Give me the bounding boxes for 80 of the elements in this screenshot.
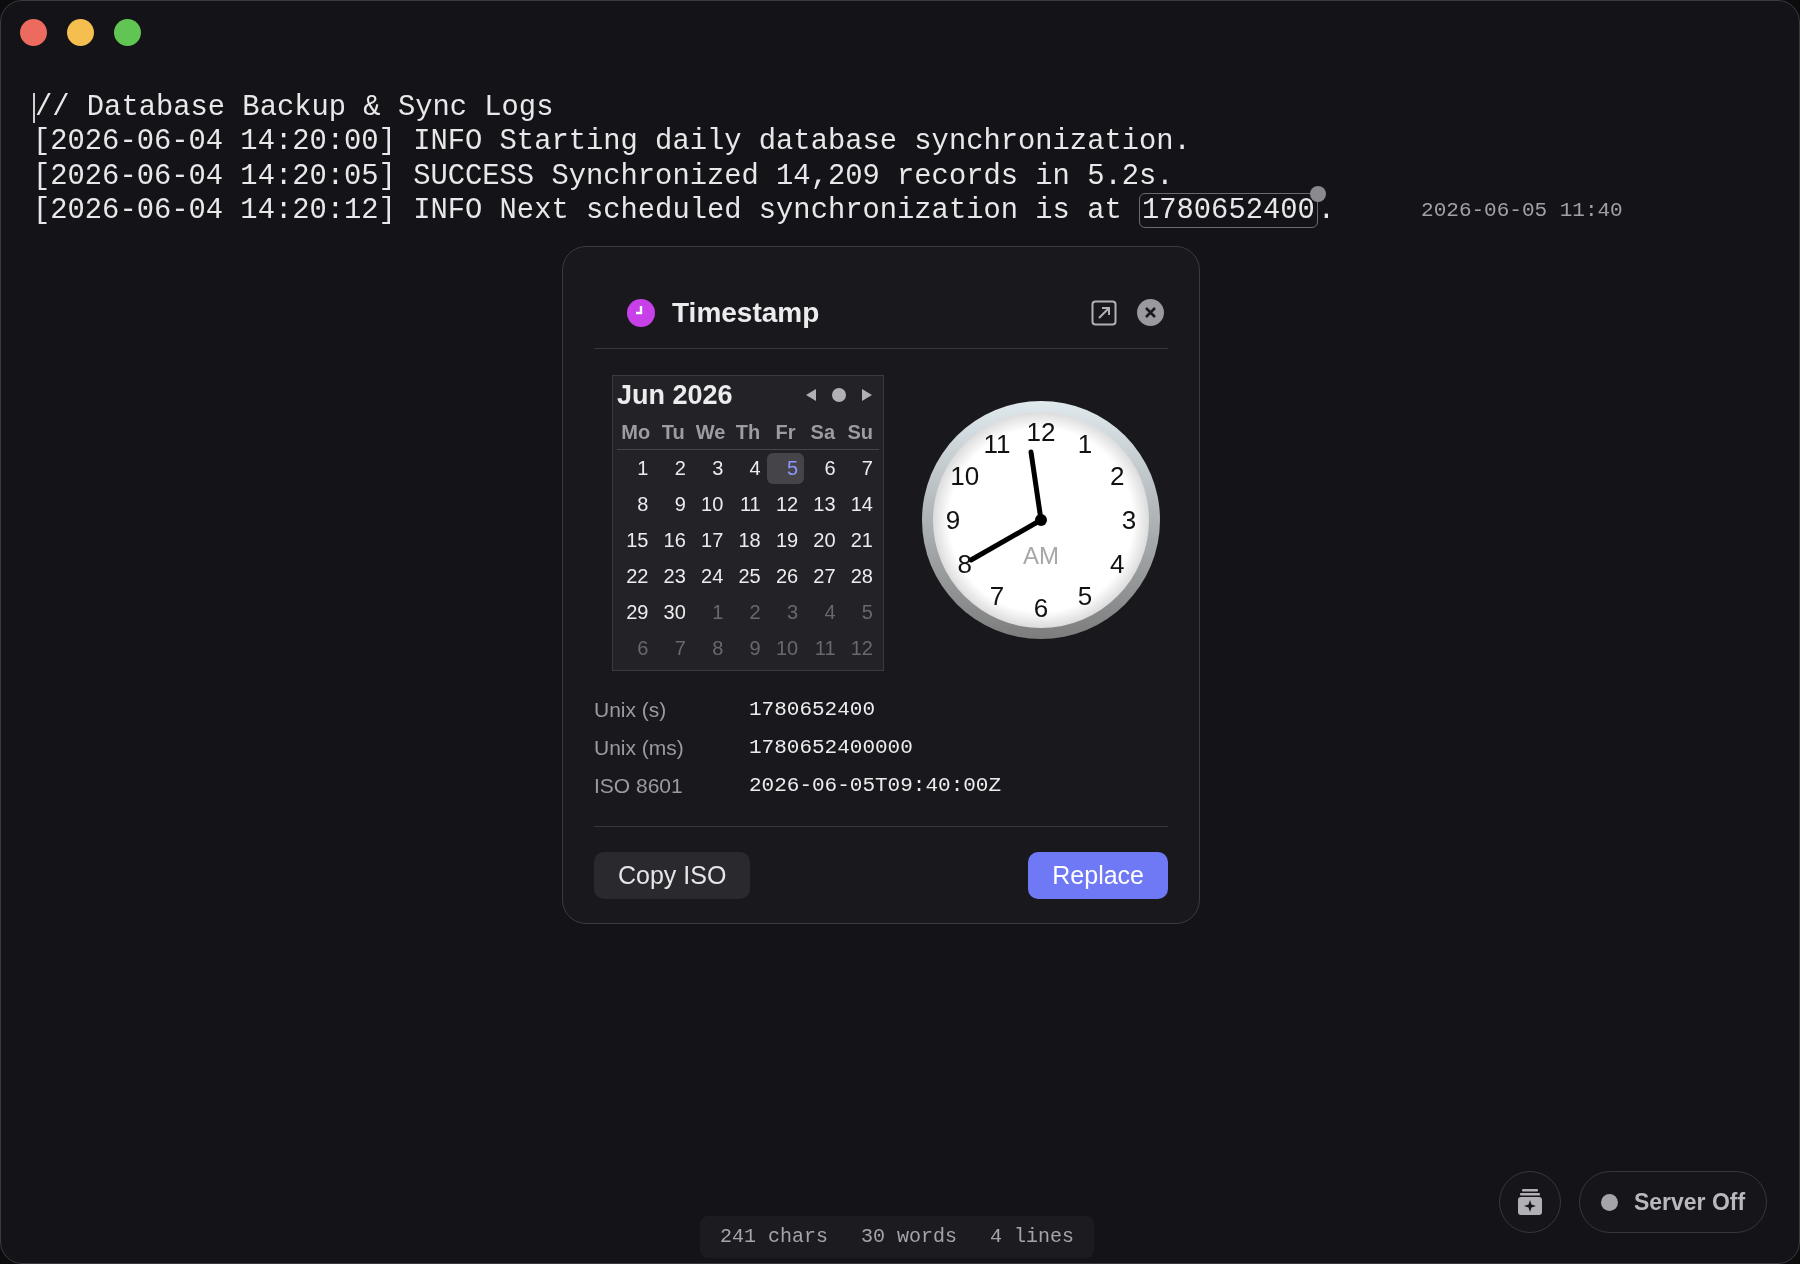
clock-numeral: 7 [989, 581, 1005, 612]
clock-numeral: 9 [945, 505, 961, 535]
calendar-day[interactable]: 4 [729, 452, 767, 484]
close-window-button[interactable] [20, 19, 47, 46]
calendar-day[interactable]: 14 [841, 488, 879, 520]
clock-numeral: 5 [1077, 581, 1093, 612]
clock-numeral: 12 [1026, 417, 1056, 447]
weekday-label: Fr [774, 419, 797, 445]
calendar-day[interactable]: 17 [691, 524, 730, 556]
code-text: [2026-06-04 14:20:00] INFO Starting daily database synchronization. [33, 125, 1191, 160]
month-title: Jun 2026 [617, 378, 733, 412]
field-label: Unix (s) [594, 697, 668, 724]
calendar-day[interactable]: 24 [691, 560, 730, 592]
calendar-day[interactable]: 13 [804, 488, 842, 520]
calendar-day[interactable]: 15 [617, 524, 655, 556]
calendar-day[interactable]: 11 [729, 488, 767, 520]
zoom-window-button[interactable] [114, 19, 141, 46]
calendar-day[interactable]: 20 [804, 524, 842, 556]
close-icon[interactable] [1137, 299, 1164, 326]
server-status-button[interactable]: Server Off [1579, 1171, 1767, 1233]
calendar-day[interactable]: 26 [766, 560, 805, 592]
weekday-label: Th [734, 419, 762, 445]
calendar-day[interactable]: 18 [729, 524, 767, 556]
calendar-day[interactable]: 28 [841, 560, 879, 592]
clock-numeral: 4 [1110, 549, 1125, 579]
code-text: . [1317, 194, 1336, 229]
next-month-icon[interactable] [861, 388, 873, 402]
calendar-day[interactable]: 5 [766, 452, 805, 484]
period-label: AM [1023, 542, 1059, 569]
field-label: Unix (ms) [594, 735, 685, 762]
weekday-label: Sa [809, 419, 837, 445]
calendar-day[interactable]: 7 [841, 452, 879, 484]
today-icon[interactable] [831, 387, 847, 403]
weekday-label: We [694, 419, 727, 445]
clock-numeral: 6 [1033, 593, 1049, 623]
calendar-day[interactable]: 6 [804, 452, 842, 484]
calendar-day[interactable]: 23 [654, 560, 692, 592]
clock-icon [627, 298, 655, 327]
clock-numeral: 10 [950, 461, 980, 491]
calendar-day[interactable]: 12 [766, 488, 805, 520]
calendar-day[interactable]: 2 [654, 452, 692, 484]
weekday-label: Su [846, 419, 875, 445]
code-text: [2026-06-04 14:20:05] SUCCESS Synchronized 14,209 records in 5.2s. [33, 159, 1174, 195]
calendar-day[interactable]: 30 [654, 596, 692, 628]
clock-numeral: 11 [983, 428, 1011, 459]
field-value: 1780652400 [749, 697, 876, 724]
calendar-day[interactable]: 27 [804, 560, 842, 592]
code-text: [2026-06-04 14:20:12] INFO Next scheduled synchronization is at [33, 194, 1123, 229]
calendar-day[interactable]: 22 [617, 560, 655, 592]
open-external-icon[interactable] [1091, 299, 1117, 326]
field-label: ISO 8601 [594, 773, 684, 800]
calendar-day[interactable]: 3 [691, 452, 730, 484]
clock-numeral: 1 [1077, 428, 1093, 459]
calendar-day[interactable]: 9 [654, 488, 692, 520]
weekday-label: Mo [620, 419, 652, 445]
code-text: // Database Backup & Sync Logs [35, 91, 554, 126]
minimize-window-button[interactable] [67, 19, 94, 46]
calendar-day[interactable]: 1 [617, 452, 655, 484]
calendar-day[interactable]: 25 [729, 560, 767, 592]
calendar-day[interactable]: 21 [841, 524, 879, 556]
calendar-day[interactable]: 10 [691, 488, 730, 520]
calendar-day[interactable]: 29 [617, 596, 655, 628]
field-value: 1780652400000 [749, 735, 913, 762]
stat-text: 30 words [861, 1224, 958, 1250]
clock-numeral: 8 [957, 549, 972, 579]
stat-text: 4 lines [990, 1224, 1075, 1250]
stat-text: 241 chars [720, 1224, 829, 1250]
clock-numeral: 3 [1121, 505, 1137, 535]
calendar-day[interactable]: 8 [617, 488, 655, 520]
calendar-day[interactable]: 16 [654, 524, 692, 556]
copy-button[interactable]: Copy ISO [594, 852, 751, 899]
clock-numeral: 2 [1110, 461, 1125, 491]
weekday-label: Tu [660, 419, 686, 445]
popup-title: Timestamp [672, 295, 820, 330]
inline-hint: 2026-06-05 11:40 [1421, 198, 1623, 225]
calendar-day[interactable]: 19 [766, 524, 805, 556]
field-value: 2026-06-05T09:40:00Z [749, 773, 1002, 800]
sparkle-stack-icon [1516, 1188, 1544, 1216]
replace-button[interactable]: Replace [1028, 852, 1168, 899]
previous-month-icon[interactable] [805, 388, 817, 402]
